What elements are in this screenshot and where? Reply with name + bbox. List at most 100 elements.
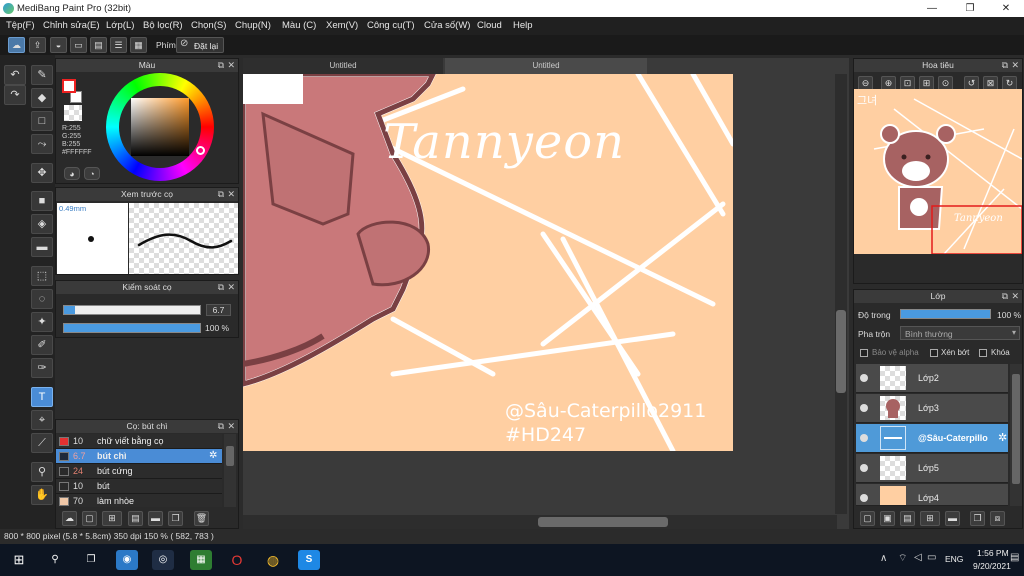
layer-row[interactable]: Lớp3 (856, 394, 1008, 423)
lasso-tool-icon[interactable]: ◌ (31, 289, 53, 309)
dropper-icon[interactable]: ⟋ (31, 433, 53, 453)
protect-alpha-checkbox[interactable] (860, 349, 868, 357)
brush-item[interactable]: 10 chữ viết bằng cọ (56, 434, 222, 449)
brush-opacity-slider[interactable] (63, 323, 201, 333)
visibility-eye-icon[interactable] (860, 434, 868, 442)
document-icon[interactable]: ▤ (90, 37, 107, 53)
hue-marker[interactable] (196, 146, 205, 155)
transparent-swatch[interactable] (64, 105, 82, 121)
gear-icon[interactable]: ✲ (209, 450, 217, 461)
close-button[interactable]: ✕ (988, 0, 1024, 17)
layer-folder-icon[interactable]: ▬ (945, 511, 960, 526)
palette-add-icon[interactable]: ◔ (84, 167, 100, 180)
copy-icon[interactable]: ❐ (168, 511, 183, 526)
panel-detach-icon[interactable]: ⧉ (218, 59, 224, 72)
artwork-canvas[interactable]: Tannyeon @Sâu-Caterpillo2911 #HD247 (243, 74, 733, 451)
navigator-thumbnail[interactable]: 그녀 Tannyeon (854, 89, 1022, 254)
text-tool-icon[interactable]: T (31, 387, 53, 407)
chat-icon[interactable]: ◒ (50, 37, 67, 53)
shape-tool-icon[interactable]: □ (31, 111, 53, 131)
notification-icon[interactable]: ▭ (927, 552, 936, 563)
reset-button[interactable]: ⊘ Đặt lại (176, 37, 224, 53)
select-pen-icon[interactable]: ✐ (31, 335, 53, 355)
new-brush-icon[interactable]: ▢ (82, 511, 97, 526)
blend-mode-select[interactable]: Bình thường ▾ (900, 326, 1020, 340)
panel-close-icon[interactable]: ✕ (227, 188, 235, 201)
eraser-tool-icon[interactable]: ◆ (31, 88, 53, 108)
search-icon[interactable]: ⚲ (44, 550, 66, 570)
layer-row-selected[interactable]: @Sâu-Caterpillo ✲ (856, 424, 1008, 453)
clock-time[interactable]: 1:56 PM (977, 548, 1009, 558)
undo-icon[interactable]: ↶ (4, 65, 26, 85)
panel-close-icon[interactable]: ✕ (1011, 59, 1019, 72)
duplicate-layer-icon[interactable]: ❐ (970, 511, 985, 526)
clipping-checkbox[interactable] (930, 349, 938, 357)
comment-icon[interactable]: ▭ (70, 37, 87, 53)
network-icon[interactable]: ⌔ (898, 552, 907, 565)
list-icon[interactable]: ☰ (110, 37, 127, 53)
visibility-eye-icon[interactable] (860, 464, 868, 472)
hand-tool-icon[interactable]: ✋ (31, 485, 53, 505)
new-8bit-layer-icon[interactable]: ▤ (900, 511, 915, 526)
gear-icon[interactable]: ✲ (998, 431, 1007, 444)
panel-detach-icon[interactable]: ⧉ (218, 420, 224, 433)
redo-icon[interactable]: ↷ (4, 85, 26, 105)
lock-checkbox[interactable] (979, 349, 987, 357)
visibility-eye-icon[interactable] (860, 494, 868, 502)
opera-browser-icon[interactable]: O (226, 550, 248, 570)
folder-icon[interactable]: ▬ (148, 511, 163, 526)
menu-window[interactable]: Cửa số(W) (424, 20, 470, 31)
move-tool-icon[interactable]: ✥ (31, 163, 53, 183)
share-icon[interactable]: ⇪ (29, 37, 46, 53)
chrome-browser-icon[interactable]: ◍ (262, 550, 284, 570)
menu-edit[interactable]: Chỉnh sửa(E) (43, 20, 100, 31)
cloud-brush-icon[interactable]: ☁ (62, 511, 77, 526)
tab-untitled-2[interactable]: Untitled (445, 58, 647, 74)
menu-filter[interactable]: Bộ lọc(R) (143, 20, 183, 31)
layer-row[interactable]: Lớp2 (856, 364, 1008, 393)
brush-item[interactable]: 24 bút cứng (56, 464, 222, 479)
select-eraser-icon[interactable]: ✑ (31, 358, 53, 378)
task-view-icon[interactable]: ❐ (80, 550, 102, 570)
brush-settings-icon[interactable]: ▤ (128, 511, 143, 526)
visibility-eye-icon[interactable] (860, 404, 868, 412)
brush-list-scrollbar[interactable] (224, 434, 236, 507)
panel-detach-icon[interactable]: ⧉ (1002, 59, 1008, 72)
layer-row[interactable]: Lớp5 (856, 454, 1008, 483)
language-indicator[interactable]: ENG (945, 554, 963, 564)
windows-start-icon[interactable]: ⊞ (8, 550, 30, 570)
bucket-tool-icon[interactable]: ◈ (31, 214, 53, 234)
gradient-tool-icon[interactable]: ▬ (31, 237, 53, 257)
panel-close-icon[interactable]: ✕ (1011, 290, 1019, 303)
brush-item[interactable]: 10 bút (56, 479, 222, 494)
operation-tool-icon[interactable]: ⌖ (31, 410, 53, 430)
menu-view[interactable]: Xem(V) (326, 20, 358, 31)
clock-date[interactable]: 9/20/2021 (973, 561, 1011, 571)
brush-size-value[interactable]: 6.7 (206, 304, 231, 316)
panel-close-icon[interactable]: ✕ (227, 420, 235, 433)
chat-app-icon[interactable]: ◎ (152, 550, 174, 570)
brush-item[interactable]: 70 làm nhòe (56, 494, 222, 507)
canvas-horizontal-scrollbar[interactable] (243, 515, 837, 529)
select-tool-icon[interactable]: ⬚ (31, 266, 53, 286)
tray-chevron-icon[interactable]: ∧ (880, 553, 887, 564)
magic-wand-icon[interactable]: ✦ (31, 312, 53, 332)
add-brush-icon[interactable]: ⊞ (102, 511, 122, 526)
grid-icon[interactable]: ▦ (130, 37, 147, 53)
new-layer-icon[interactable]: ▢ (860, 511, 875, 526)
brush-item-selected[interactable]: 6.7 bút chì ✲ (56, 449, 222, 464)
skype-icon[interactable]: S (298, 550, 320, 570)
game-app-icon[interactable]: ▦ (190, 550, 212, 570)
layer-row[interactable]: Lớp4 (856, 484, 1008, 506)
foreground-color-swatch[interactable] (62, 79, 76, 93)
palette-icon[interactable]: ◕ (64, 167, 80, 180)
minimize-button[interactable]: — (914, 0, 950, 17)
menu-cloud[interactable]: Cloud (477, 20, 502, 31)
panel-detach-icon[interactable]: ⧉ (218, 188, 224, 201)
canvas-vertical-scrollbar[interactable] (835, 74, 847, 514)
cloud-icon[interactable]: ☁ (8, 37, 25, 53)
new-halftone-layer-icon[interactable]: ▣ (880, 511, 895, 526)
menu-help[interactable]: Help (513, 20, 533, 31)
medibang-app-icon[interactable]: ◉ (116, 550, 138, 570)
menu-color[interactable]: Màu (C) (282, 20, 316, 31)
